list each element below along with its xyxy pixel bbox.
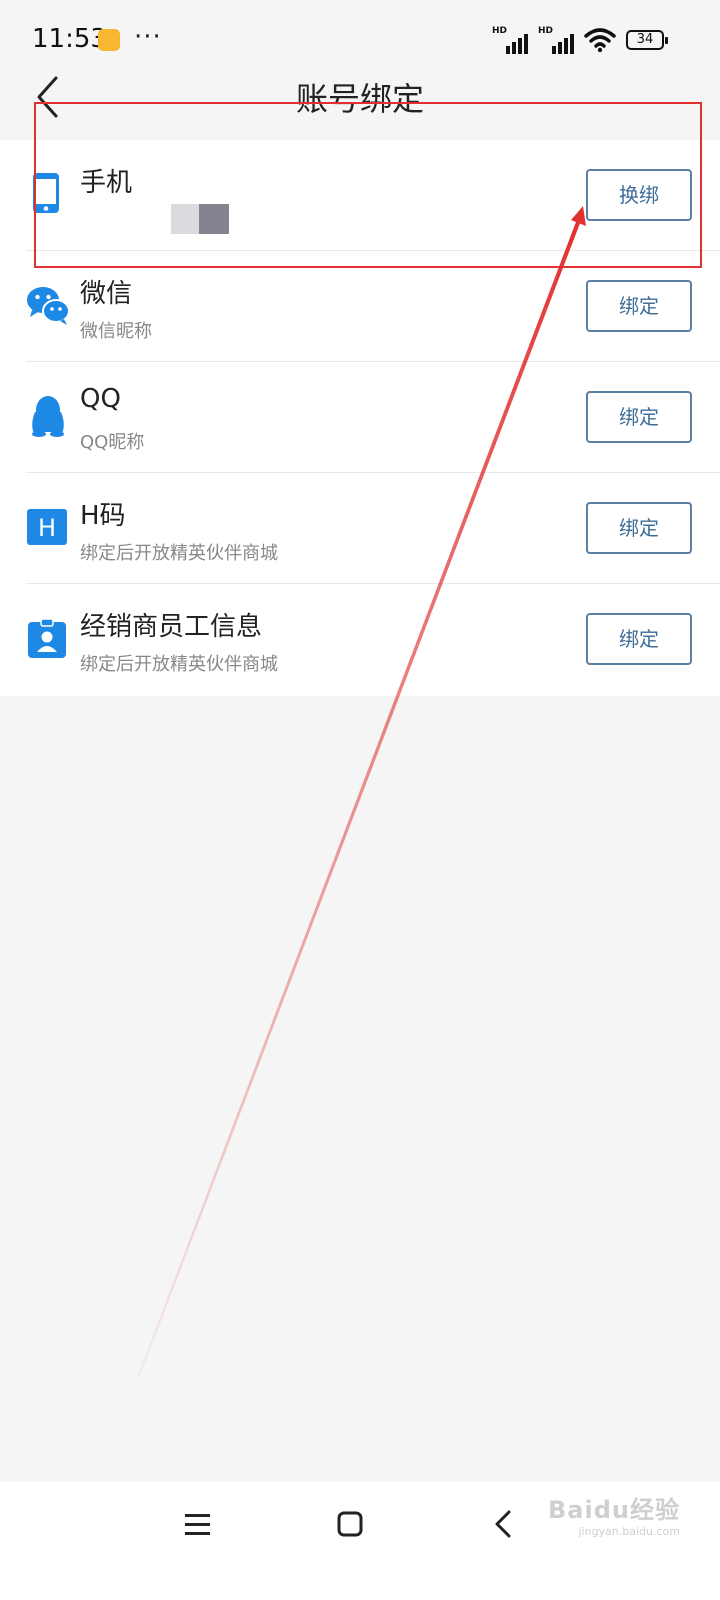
more-notifications-icon: ··· [134, 22, 162, 52]
navigation-bar: Baidu经验 jingyan.baidu.com [0, 1482, 720, 1600]
signal-hd-label: HD [492, 26, 508, 36]
baidu-jingyan-watermark: Baidu经验 jingyan.baidu.com [548, 1490, 680, 1538]
status-time: 11:53 [32, 24, 107, 54]
account-subtitle: 微信昵称 [80, 321, 152, 342]
wechat-icon [27, 287, 70, 325]
bind-qq-button[interactable]: 绑定 [586, 391, 692, 443]
list-item-qq: QQ QQ昵称 绑定 [26, 362, 720, 473]
employee-badge-icon [28, 618, 66, 658]
account-list: 手机 换绑 微信 微信昵称 绑定 QQ QQ昵称 绑定 H H码 绑定后开放精英… [0, 140, 720, 696]
watermark-text: Baidu经验 [548, 1496, 680, 1524]
gallery-app-icon [98, 29, 120, 51]
bind-wechat-button[interactable]: 绑定 [586, 280, 692, 332]
watermark-url: jingyan.baidu.com [578, 1525, 680, 1538]
account-title: 手机 [80, 168, 133, 198]
menu-icon[interactable] [177, 1504, 217, 1544]
bind-h-code-button[interactable]: 绑定 [586, 502, 692, 554]
signal-icon: HD [492, 26, 528, 54]
account-title: 经销商员工信息 [80, 612, 263, 642]
list-item-employee-info: 经销商员工信息 绑定后开放精英伙伴商城 绑定 [26, 584, 720, 696]
header: 账号绑定 [0, 60, 720, 140]
account-title: QQ [80, 384, 121, 414]
bind-employee-button[interactable]: 绑定 [586, 613, 692, 665]
account-subtitle: 绑定后开放精英伙伴商城 [80, 543, 278, 564]
h-code-icon: H [27, 509, 67, 545]
list-item-phone: 手机 换绑 [26, 140, 720, 251]
battery-icon: 34 [626, 30, 668, 50]
signal-hd-label: HD [538, 26, 554, 36]
account-title: H码 [80, 501, 126, 531]
account-subtitle: QQ昵称 [80, 432, 145, 453]
wifi-icon [584, 28, 616, 53]
phone-icon [33, 173, 59, 213]
masked-phone-number [171, 204, 229, 234]
account-title: 微信 [80, 279, 133, 309]
back-chevron-icon[interactable] [484, 1504, 524, 1544]
account-subtitle: 绑定后开放精英伙伴商城 [80, 654, 278, 675]
home-square-icon[interactable] [330, 1504, 370, 1544]
qq-penguin-icon [32, 396, 64, 437]
signal-icon: HD [538, 26, 574, 54]
screen: 11:53 ··· HD HD 34 账号绑定 手机 换绑 微信 微信昵称 绑定… [0, 0, 720, 1600]
list-item-wechat: 微信 微信昵称 绑定 [26, 251, 720, 362]
list-item-h-code: H H码 绑定后开放精英伙伴商城 绑定 [26, 473, 720, 584]
page-title: 账号绑定 [295, 80, 424, 118]
rebind-button[interactable]: 换绑 [586, 169, 692, 221]
h-code-icon-letter: H [38, 514, 56, 542]
status-indicators: HD HD 34 [492, 24, 668, 56]
